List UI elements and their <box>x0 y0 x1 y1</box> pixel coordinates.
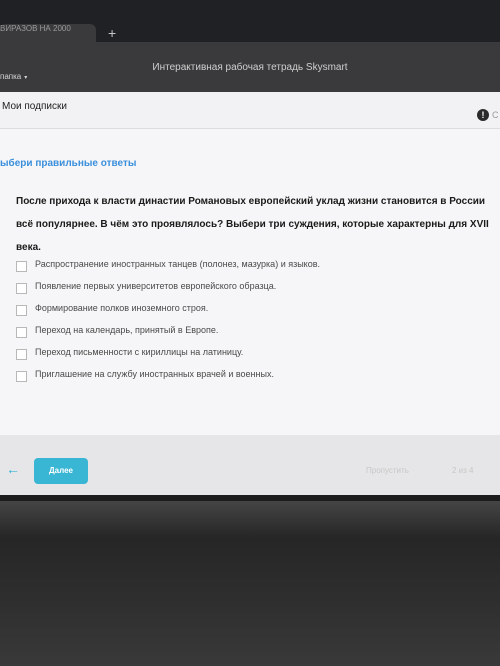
folder-dropdown[interactable]: папка ▾ <box>0 72 27 81</box>
progress-counter: 2 из 4 <box>452 466 474 475</box>
back-arrow-icon[interactable]: ← <box>6 462 20 476</box>
chevron-down-icon: ▾ <box>24 75 28 81</box>
checkbox[interactable] <box>16 371 27 382</box>
answer-option-label: Распространение иностранных танцев (поло… <box>35 259 321 269</box>
answer-option[interactable]: Формирование полков иноземного строя. <box>16 301 486 321</box>
answer-option[interactable]: Приглашение на службу иностранных врачей… <box>16 367 486 387</box>
laptop-bezel <box>0 495 500 666</box>
answer-option-label: Формирование полков иноземного строя. <box>35 303 209 313</box>
skip-button[interactable]: Пропустить <box>366 466 409 475</box>
folder-label: папка <box>0 72 22 81</box>
answer-option[interactable]: Появление первых университетов европейск… <box>16 279 486 299</box>
answer-option-label: Приглашение на службу иностранных врачей… <box>35 369 274 379</box>
laptop-screen: ВИРАЗОВ НА 2000 + Интерактивная рабочая … <box>0 0 500 500</box>
answer-option-label: Появление первых университетов европейск… <box>35 281 277 291</box>
browser-tab-label: ВИРАЗОВ НА 2000 <box>0 24 71 33</box>
checkbox[interactable] <box>16 261 27 272</box>
answer-option-label: Переход на календарь, принятый в Европе. <box>35 325 219 335</box>
answer-option[interactable]: Переход на календарь, принятый в Европе. <box>16 323 486 343</box>
alert-icon[interactable]: ! <box>477 109 489 121</box>
answer-option-label: Переход письменности с кириллицы на лати… <box>35 347 244 357</box>
checkbox[interactable] <box>16 283 27 294</box>
my-subscriptions-link[interactable]: Мои подписки <box>2 101 67 112</box>
app-title: Интерактивная рабочая тетрадь Skysmart <box>152 62 348 73</box>
browser-tab-bar <box>0 0 500 42</box>
bezel-edge <box>0 495 500 501</box>
alert-trailing-text: С <box>492 110 499 120</box>
new-tab-button[interactable]: + <box>108 26 116 40</box>
checkbox[interactable] <box>16 305 27 316</box>
subscriptions-bar <box>0 92 500 129</box>
answer-option[interactable]: Распространение иностранных танцев (поло… <box>16 257 486 277</box>
next-button[interactable]: Далее <box>34 458 88 484</box>
answer-option[interactable]: Переход письменности с кириллицы на лати… <box>16 345 486 365</box>
checkbox[interactable] <box>16 327 27 338</box>
task-heading: ыбери правильные ответы <box>0 158 137 169</box>
question-text: После прихода к власти династии Романовы… <box>16 196 489 253</box>
checkbox[interactable] <box>16 349 27 360</box>
